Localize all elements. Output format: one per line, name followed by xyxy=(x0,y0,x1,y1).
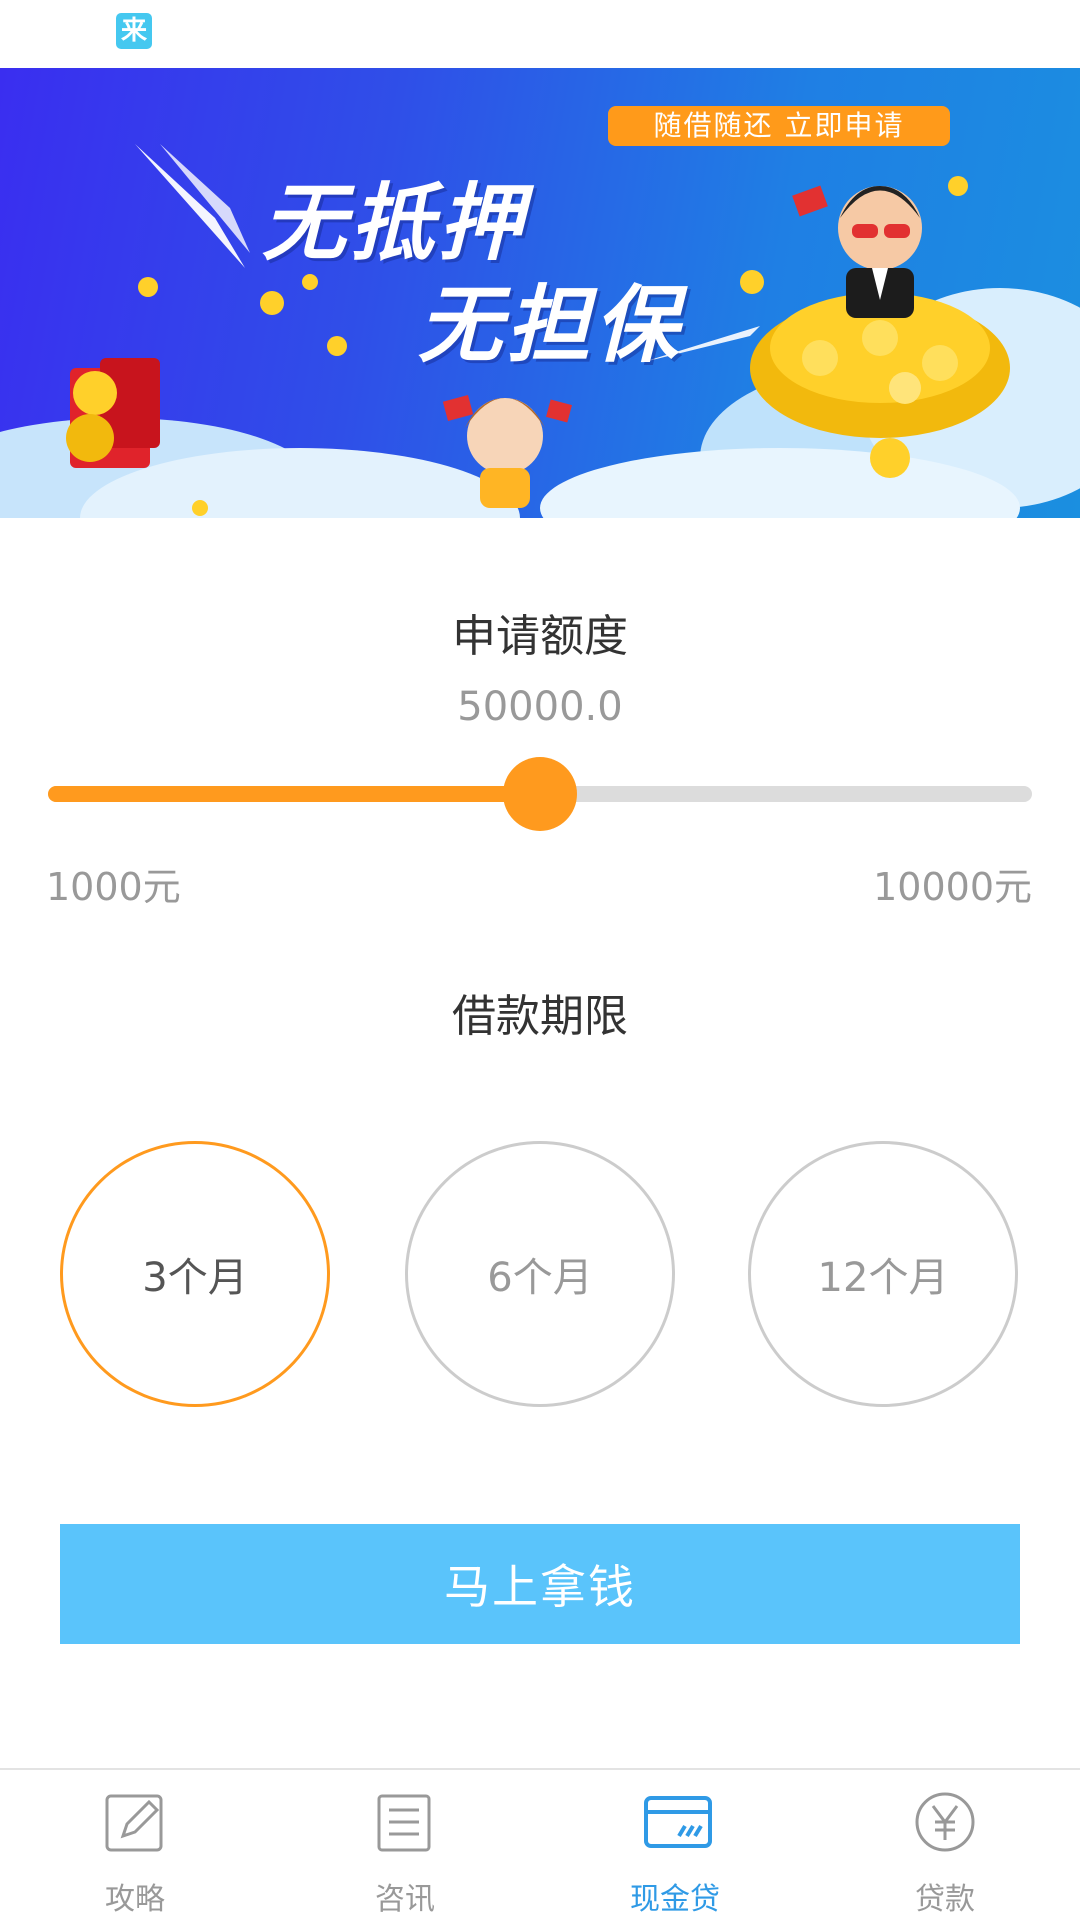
term-option-3-months[interactable]: 3个月 xyxy=(60,1141,330,1407)
tab-cash-loan[interactable]: 现金贷 xyxy=(540,1770,810,1922)
bottom-tab-bar: 攻略 咨讯 现金贷 贷款 xyxy=(0,1768,1080,1922)
term-option-label: 3个月 xyxy=(142,1255,248,1301)
tab-label: 现金贷 xyxy=(630,1882,720,1917)
term-title: 借款期限 xyxy=(452,991,628,1042)
apply-now-badge: 随借随还 立即申请 xyxy=(608,106,950,146)
amount-value: 50000.0 xyxy=(457,684,623,730)
term-option-label: 6个月 xyxy=(487,1255,593,1301)
yen-circle-icon xyxy=(915,1792,975,1852)
edit-icon xyxy=(105,1794,163,1852)
amount-min-label: 1000元 xyxy=(46,865,181,909)
card-icon xyxy=(644,1796,712,1848)
get-money-button[interactable]: 马上拿钱 xyxy=(60,1524,1020,1644)
amount-slider-thumb[interactable] xyxy=(503,757,577,831)
news-icon xyxy=(377,1794,431,1852)
tab-loans[interactable]: 贷款 xyxy=(810,1770,1080,1922)
promo-banner[interactable]: 随借随还 立即申请 无抵押 无担保 xyxy=(0,68,1080,518)
term-option-6-months[interactable]: 6个月 xyxy=(405,1141,675,1407)
tab-news[interactable]: 咨讯 xyxy=(270,1770,540,1922)
tab-label: 咨讯 xyxy=(375,1882,435,1917)
tab-label: 贷款 xyxy=(915,1882,975,1917)
banner-headline-2: 无担保 xyxy=(418,276,683,374)
app-notification-icon: 来 xyxy=(116,13,152,49)
amount-max-label: 10000元 xyxy=(873,865,1032,909)
term-option-12-months[interactable]: 12个月 xyxy=(748,1141,1018,1407)
status-bar: 来 xyxy=(0,0,1080,68)
amount-slider-fill xyxy=(48,786,540,802)
amount-title: 申请额度 xyxy=(452,611,628,662)
tab-guide[interactable]: 攻略 xyxy=(0,1770,270,1922)
tab-label: 攻略 xyxy=(105,1882,165,1917)
term-option-label: 12个月 xyxy=(817,1255,949,1301)
